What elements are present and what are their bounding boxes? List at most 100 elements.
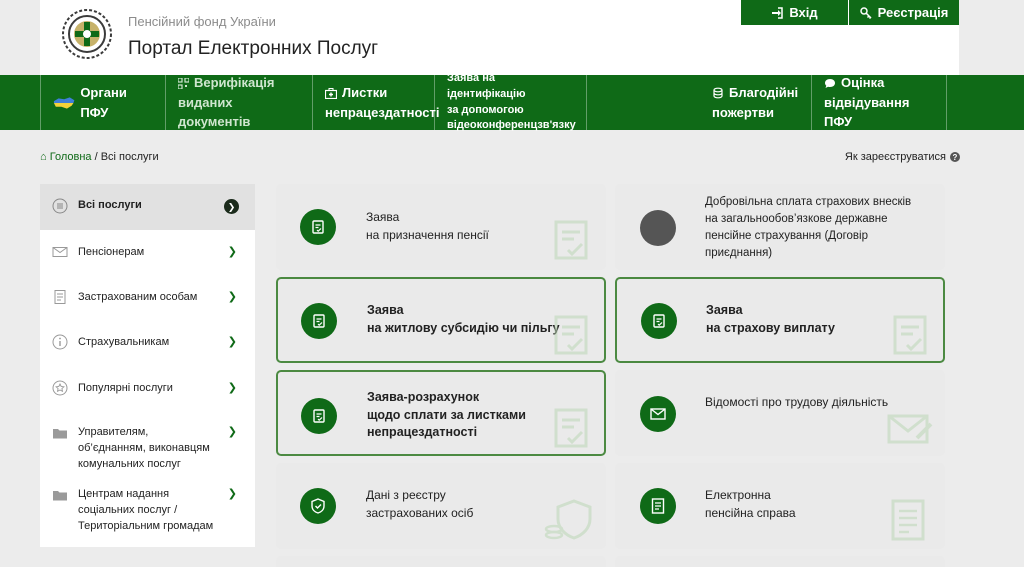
nav-label: Органи ПФУ <box>80 85 127 120</box>
document-lines-icon <box>54 290 66 304</box>
chevron-right-icon: ❯ <box>227 291 237 303</box>
sidebar-item-label-line2: соціальних послуг / <box>78 504 178 516</box>
key-icon <box>859 6 872 19</box>
document-check-watermark-icon <box>554 220 588 260</box>
chevron-right-icon: ❯ <box>227 382 237 394</box>
qr-code-icon <box>178 78 189 90</box>
sidebar-item-all-services[interactable]: Всі послуги ❯ <box>40 184 255 230</box>
register-button[interactable]: Реєстрація <box>849 0 959 25</box>
sidebar-item-label-line3: Територіальним громадам <box>78 520 214 532</box>
sidebar-item-managers[interactable]: Управителям, об’єднанням, виконавцям ком… <box>40 414 255 478</box>
chevron-right-icon: ❯ <box>227 246 237 258</box>
document-file-watermark-icon <box>891 499 925 541</box>
sidebar-item-label: Пенсіонерам <box>78 246 145 258</box>
sidebar-item-policyholders[interactable]: Страхувальникам ❯ <box>40 322 255 368</box>
sidebar-item-label: Всі послуги <box>78 199 142 211</box>
nav-label-line2: непрацездатності <box>325 104 440 120</box>
nav-item-sick-leave[interactable]: Листки непрацездатності <box>313 75 439 130</box>
nav-item-charity[interactable]: Благодійні пожертви <box>700 75 812 130</box>
service-card-housing-subsidy[interactable]: Заява на житлову субсидію чи пільгу <box>276 277 606 363</box>
envelope-pen-watermark-icon <box>887 414 933 444</box>
how-to-register-link[interactable]: Як зареєструватися ? <box>845 151 960 163</box>
nav-label-line1: Заява на ідентифікацію <box>447 71 526 100</box>
breadcrumb-current: Всі послуги <box>100 151 159 163</box>
chevron-right-icon: ❯ <box>227 336 237 348</box>
card-title-line4: приєднання) <box>705 247 773 259</box>
card-title: Заява-розрахунок щодо сплати за листками… <box>367 389 526 442</box>
card-title: Заява на призначення пенсії <box>366 209 489 244</box>
card-title: Відомості про трудову діяльність <box>705 394 888 412</box>
card-title-line2: на житлову субсидію чи пільгу <box>367 320 560 335</box>
login-button[interactable]: Вхід <box>741 0 849 25</box>
card-title-line1: Заява <box>706 303 743 317</box>
sidebar-item-label-line1: Управителям, <box>78 426 149 438</box>
sidebar-item-pensioners[interactable]: Пенсіонерам ❯ <box>40 230 255 276</box>
page: Пенсійний фонд України Портал Електронни… <box>0 0 1024 567</box>
chevron-right-icon: ❯ <box>227 426 237 438</box>
org-name: Пенсійний фонд України <box>128 14 276 29</box>
breadcrumb-home-link[interactable]: Головна <box>50 151 92 163</box>
chevron-right-icon: ❯ <box>227 488 237 500</box>
sidebar-item-label: Популярні послуги <box>78 382 173 394</box>
coins-icon <box>713 87 723 99</box>
card-title-line1: Заява-розрахунок <box>367 390 480 404</box>
sidebar-item-label-line3: комунальних послуг <box>78 458 181 470</box>
card-title-line3: пенсійне страхування (Договір <box>705 230 868 242</box>
site-header: Пенсійний фонд України Портал Електронни… <box>40 0 959 75</box>
card-title-line2: пенсійна справа <box>705 505 796 520</box>
card-title: Заява на житлову субсидію чи пільгу <box>367 302 560 337</box>
card-title-line1: Відомості про трудову діяльність <box>705 395 889 409</box>
chat-bubble-icon <box>825 79 835 89</box>
sidebar-item-label: Застрахованим особам <box>78 291 198 303</box>
service-card-voluntary-insurance[interactable]: Добровільна сплата страхових внесків на … <box>615 184 945 270</box>
service-card-sick-leave-calculation[interactable]: Заява-розрахунок щодо сплати за листками… <box>276 370 606 456</box>
card-title-line1: Заява <box>366 210 400 224</box>
service-card-insurance-payment[interactable]: Заява на страхову виплату <box>615 277 945 363</box>
portal-name[interactable]: Портал Електронних Послуг <box>128 38 378 60</box>
folder-icon <box>53 429 67 439</box>
breadcrumb-separator: / <box>94 151 98 163</box>
service-card-insured-register[interactable]: Дані з реєстру застрахованих осіб <box>276 463 606 549</box>
nav-item-verification[interactable]: Верифікація виданих документів <box>166 75 313 130</box>
nav-item-visit-rating[interactable]: Оцінка відвідування ПФУ <box>812 75 947 130</box>
nav-item-video-identification[interactable]: Заява на ідентифікацію за допомогою віде… <box>435 72 587 131</box>
envelope-icon <box>640 396 676 432</box>
home-icon[interactable]: ⌂ <box>40 151 47 163</box>
document-check-icon <box>300 209 336 245</box>
info-circle-icon <box>52 334 68 350</box>
sidebar-item-social-centers[interactable]: Центрам надання соціальних послуг / Тери… <box>40 478 255 547</box>
service-card-partial[interactable] <box>615 556 945 567</box>
card-title: Добровільна сплата страхових внесків на … <box>705 194 911 262</box>
card-title-line1: Заява <box>367 303 404 317</box>
placeholder-circle-icon <box>640 210 676 246</box>
nav-label-line2: виданих документів <box>178 94 251 130</box>
sidebar-item-label: Страхувальникам <box>78 336 170 348</box>
sidebar-item-label-line2: об’єднанням, виконавцям <box>78 442 210 454</box>
card-title-line1: Електронна <box>705 488 771 502</box>
login-label: Вхід <box>789 5 818 20</box>
folder-icon <box>53 491 67 501</box>
document-check-icon <box>301 303 337 339</box>
card-title-line3: непрацездатності <box>367 425 478 439</box>
nav-label-line1: Благодійні <box>729 85 799 100</box>
service-card-electronic-pension-file[interactable]: Електронна пенсійна справа <box>615 463 945 549</box>
service-card-pension-application[interactable]: Заява на призначення пенсії <box>276 184 606 270</box>
card-title-line1: Добровільна сплата страхових внесків <box>705 196 912 208</box>
card-title-line1: Дані з реєстру <box>366 488 446 502</box>
nav-label-line2: за допомогою <box>447 103 524 116</box>
shield-coins-icon <box>300 488 336 524</box>
pfu-logo[interactable] <box>61 8 113 60</box>
star-circle-icon <box>52 380 68 396</box>
card-title: Електронна пенсійна справа <box>705 487 796 522</box>
card-title: Заява на страхову виплату <box>706 302 835 337</box>
nav-item-pfu-offices[interactable]: Органи ПФУ <box>40 75 166 130</box>
sidebar-item-insured-persons[interactable]: Застрахованим особам ❯ <box>40 276 255 322</box>
service-card-employment-records[interactable]: Відомості про трудову діяльність <box>615 370 945 456</box>
sidebar-item-popular-services[interactable]: Популярні послуги ❯ <box>40 368 255 414</box>
service-card-partial[interactable] <box>276 556 606 567</box>
nav-label-line3: відеоконференцзв'язку <box>447 119 576 132</box>
medkit-icon <box>325 88 337 99</box>
auth-buttons: Вхід Реєстрація <box>741 0 959 25</box>
nav-label-line2: пожертви <box>712 104 775 120</box>
nav-label-line1: Оцінка <box>841 75 885 91</box>
